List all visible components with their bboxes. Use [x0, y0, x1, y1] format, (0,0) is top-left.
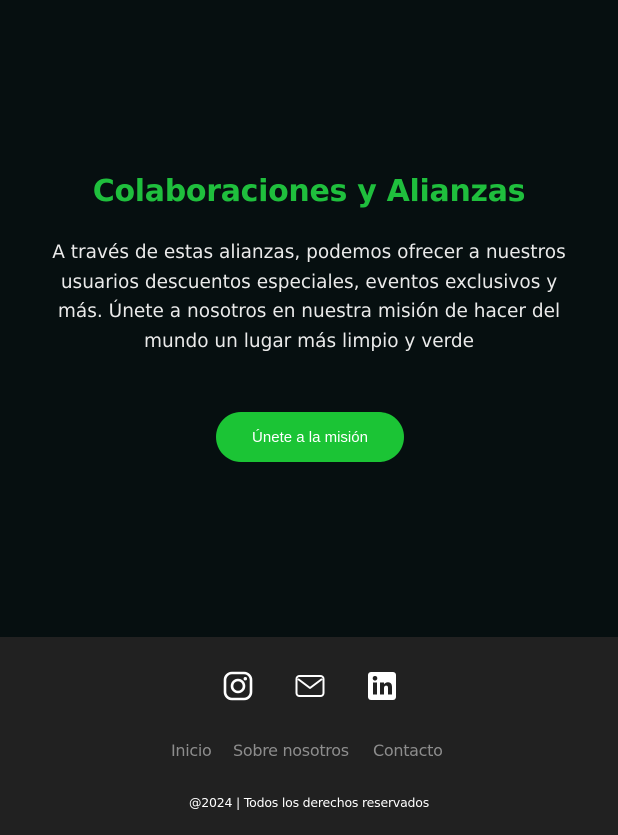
copyright-text: @2024 | Todos los derechos reservados	[188, 795, 430, 810]
join-mission-button[interactable]: Únete a la misión	[216, 412, 404, 462]
footer-link-contacto[interactable]: Contacto	[373, 741, 443, 760]
footer-link-inicio[interactable]: Inicio	[171, 741, 212, 760]
hero-title: Colaboraciones y Alianzas	[92, 174, 526, 209]
linkedin-icon[interactable]	[367, 671, 397, 701]
footer-link-sobre-nosotros[interactable]: Sobre nosotros	[233, 741, 349, 760]
instagram-icon[interactable]	[223, 671, 253, 701]
hero-description: A través de estas alianzas, podemos ofre…	[52, 242, 566, 352]
hero-section: Colaboraciones y Alianzas A través de es…	[0, 0, 618, 637]
mail-icon[interactable]	[295, 671, 325, 701]
